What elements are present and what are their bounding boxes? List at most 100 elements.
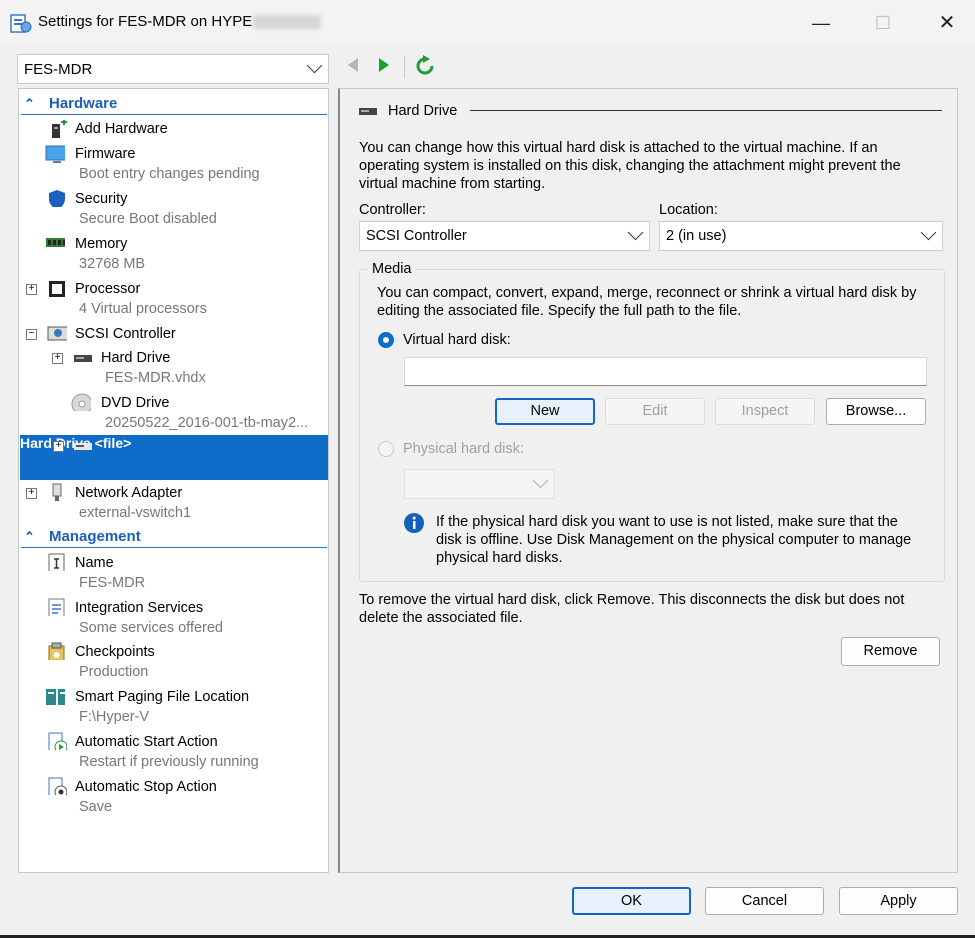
tree-item-label: Network Adapter <box>75 485 183 501</box>
tree-item-sublabel: Boot entry changes pending <box>79 166 260 182</box>
tree-item-label: Automatic Start Action <box>75 734 218 750</box>
tree-item-sublabel: 20250522_2016-001-tb-may2... <box>105 415 309 431</box>
checkpoints-icon <box>48 642 65 660</box>
remove-button[interactable]: Remove <box>841 637 940 666</box>
shield-icon <box>49 190 65 207</box>
virtual-hard-disk-radio[interactable] <box>378 332 394 348</box>
virtual-hard-disk-path-input[interactable] <box>404 357 927 386</box>
tree-item-sublabel: FES-MDR <box>79 575 146 591</box>
virtual-hard-disk-label: Virtual hard disk: <box>403 332 511 348</box>
tree-item-sublabel: 32768 MB <box>79 256 146 272</box>
minimize-button[interactable]: — <box>806 10 836 36</box>
tree-item-label: Firmware <box>75 146 136 162</box>
tree-item-label: Memory <box>75 236 128 252</box>
ok-button[interactable]: OK <box>572 887 691 915</box>
location-value: 2 (in use) <box>666 228 727 244</box>
expand-plus-icon[interactable]: + <box>53 441 64 452</box>
edit-button[interactable]: Edit <box>605 398 705 425</box>
collapse-chevron-icon[interactable]: ⌃ <box>24 96 35 112</box>
maximize-button[interactable]: ☐ <box>868 10 898 36</box>
section-heading: Hard Drive <box>388 103 458 119</box>
management-header-label: Management <box>49 528 141 545</box>
hard-drive-icon <box>74 443 92 450</box>
tree-item-label: Add Hardware <box>75 121 168 137</box>
hard-drive-icon <box>359 108 377 115</box>
redacted-hostname <box>253 15 322 30</box>
location-select[interactable]: 2 (in use) <box>659 221 943 251</box>
controller-select[interactable]: SCSI Controller <box>359 221 650 251</box>
vm-settings-icon <box>10 14 32 33</box>
hard-drive-icon <box>74 355 92 362</box>
cancel-button[interactable]: Cancel <box>705 887 824 915</box>
tree-item-sublabel: Some services offered <box>79 620 223 636</box>
intro-text: You can change how this virtual hard dis… <box>359 140 901 192</box>
tree-item-sublabel: <file> <box>94 435 132 451</box>
hardware-section-header[interactable]: ⌃ Hardware <box>21 95 327 115</box>
controller-label: Controller: <box>359 202 426 218</box>
new-button[interactable]: New <box>495 398 595 425</box>
tree-item-label: Smart Paging File Location <box>75 689 250 705</box>
physical-hard-disk-select[interactable] <box>404 469 555 499</box>
monitor-icon <box>45 145 65 163</box>
expand-plus-icon[interactable]: + <box>26 488 37 499</box>
integration-services-icon <box>48 598 65 616</box>
tree-item-sublabel: F:\Hyper-V <box>79 709 150 725</box>
controller-value: SCSI Controller <box>366 228 467 244</box>
scsi-controller-icon <box>47 326 67 341</box>
management-section-header[interactable]: ⌃ Management <box>21 528 327 548</box>
hardware-header-label: Hardware <box>49 95 118 112</box>
back-arrow-icon[interactable] <box>348 58 358 72</box>
physical-hard-disk-radio[interactable] <box>378 441 394 457</box>
close-button[interactable]: ✕ <box>932 10 962 36</box>
dvd-disc-icon <box>71 393 91 411</box>
smart-paging-icon <box>46 689 65 705</box>
collapse-chevron-icon[interactable]: ⌃ <box>24 529 35 545</box>
tree-item-sublabel: Restart if previously running <box>79 754 259 770</box>
tree-item-sublabel: Secure Boot disabled <box>79 211 217 227</box>
location-label: Location: <box>659 202 718 218</box>
tree-item-sublabel: FES-MDR.vhdx <box>105 370 206 386</box>
vm-selector[interactable]: FES-MDR <box>17 54 329 84</box>
add-hardware-icon <box>52 120 67 138</box>
chevron-down-icon <box>306 57 323 74</box>
expand-plus-icon[interactable]: + <box>52 353 63 364</box>
chevron-down-icon <box>627 224 644 241</box>
tree-item-sublabel: Production <box>79 664 149 680</box>
toolbar-divider <box>404 56 405 78</box>
hard-drive-settings-panel: Hard Drive You can change how this virtu… <box>338 88 958 873</box>
settings-tree: ⌃ Hardware Add Hardware Firmware Boot en… <box>18 88 329 873</box>
remove-text: To remove the virtual hard disk, click R… <box>359 592 905 626</box>
tree-item-label: Security <box>75 191 128 207</box>
collapse-minus-icon[interactable]: − <box>26 329 37 340</box>
info-icon <box>404 513 424 533</box>
media-group-label: Media <box>368 260 416 278</box>
inspect-button[interactable]: Inspect <box>715 398 815 425</box>
info-text: If the physical hard disk you want to us… <box>436 514 912 566</box>
tree-item-label: Processor <box>75 281 141 297</box>
network-adapter-icon <box>52 483 62 501</box>
tree-item-label: SCSI Controller <box>75 326 176 342</box>
window-title-text: Settings for FES-MDR on HYPE <box>38 13 253 30</box>
tree-item-sublabel: Save <box>79 799 113 815</box>
expand-plus-icon[interactable]: + <box>26 284 37 295</box>
tree-item-label: Integration Services <box>75 600 204 616</box>
memory-icon <box>46 238 65 247</box>
chevron-down-icon <box>532 472 549 489</box>
tree-item-hard-drive-2-selected[interactable]: + Hard Drive <file> <box>20 435 328 480</box>
apply-button[interactable]: Apply <box>839 887 958 915</box>
browse-button[interactable]: Browse... <box>826 398 926 425</box>
forward-arrow-icon[interactable] <box>379 58 389 72</box>
processor-icon <box>49 281 65 297</box>
tree-item-label: Name <box>75 555 114 571</box>
physical-hard-disk-label: Physical hard disk: <box>403 441 524 457</box>
title-bar: Settings for FES-MDR on HYPE — ☐ ✕ <box>0 0 975 46</box>
refresh-icon[interactable] <box>414 55 436 77</box>
tree-item-label: Checkpoints <box>75 644 155 660</box>
chevron-down-icon <box>920 224 937 241</box>
vm-selector-value: FES-MDR <box>24 61 93 78</box>
automatic-stop-icon <box>48 777 67 795</box>
name-icon <box>48 553 65 571</box>
automatic-start-icon <box>48 732 67 750</box>
tree-item-sublabel: external-vswitch1 <box>79 505 192 521</box>
tree-item-label: Hard Drive <box>101 350 171 366</box>
